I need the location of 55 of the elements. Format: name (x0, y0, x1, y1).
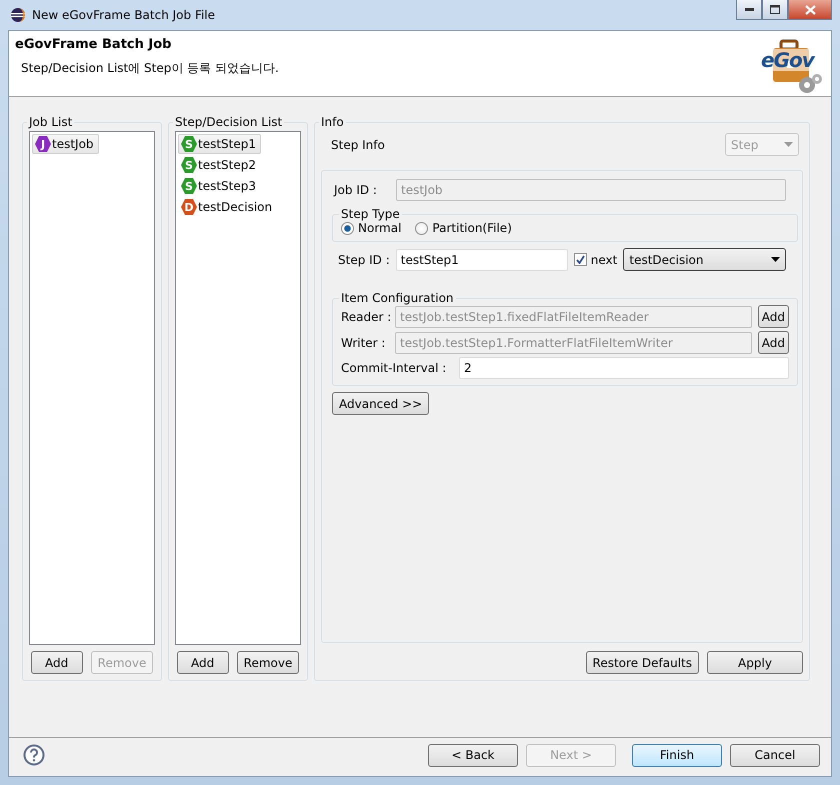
window-title: New eGovFrame Batch Job File (32, 8, 216, 22)
commit-interval-field[interactable]: 2 (459, 357, 789, 379)
list-item[interactable]: J testJob (32, 134, 99, 154)
group-title: Step Type (340, 207, 401, 221)
restore-defaults-button[interactable]: Restore Defaults (586, 651, 699, 674)
close-button[interactable] (788, 0, 832, 20)
remove-button[interactable]: Remove (236, 651, 300, 674)
list-item[interactable]: S testStep2 (178, 155, 262, 175)
list-item[interactable]: S testStep1 (178, 134, 262, 154)
step-id-field[interactable]: testStep1 (396, 248, 568, 270)
add-button[interactable]: Add (30, 651, 83, 674)
field-label: Commit-Interval : (341, 361, 448, 375)
wizard-button[interactable]: < Back (428, 744, 518, 766)
wizard-message: Step/Decision List에 Step이 등록 되었습니다. (21, 60, 279, 77)
minimize-icon (744, 8, 754, 11)
badge-icon: J (35, 136, 51, 152)
add-button[interactable]: Add (758, 331, 789, 354)
field-label: Writer : (341, 336, 386, 350)
group-title: Job List (27, 115, 74, 129)
add-button[interactable]: Add (176, 651, 229, 674)
minimize-button[interactable] (736, 0, 762, 20)
maximize-button[interactable] (762, 0, 788, 20)
badge-icon: S (181, 178, 197, 194)
eclipse-icon (10, 7, 26, 23)
radio-option[interactable]: Normal (341, 221, 402, 235)
close-icon (804, 4, 816, 14)
logo-text: eGov (761, 49, 814, 71)
advanced-button[interactable]: Advanced >> (332, 392, 430, 415)
maximize-icon (770, 5, 780, 14)
section-title: Step Info (331, 138, 385, 152)
group-title: Info (320, 115, 345, 129)
wizard-title: eGovFrame Batch Job (15, 37, 172, 52)
radio-option[interactable]: Partition(File) (415, 221, 512, 235)
next-checkbox[interactable]: next (574, 252, 618, 266)
wizard-button[interactable]: Finish (632, 744, 722, 766)
list-item[interactable]: S testStep3 (178, 176, 262, 196)
apply-button[interactable]: Apply (707, 651, 803, 674)
list-box[interactable]: S testStep1 S testStep2 S testStep3 D testDecision (175, 131, 301, 645)
wizard-button[interactable]: Cancel (730, 744, 820, 766)
field-label: Job ID : (334, 183, 378, 197)
group-title: Step/Decision List (174, 115, 284, 129)
badge-icon: S (181, 136, 197, 152)
checkmark-icon (576, 255, 585, 264)
field-label: Step ID : (338, 252, 390, 266)
list-box[interactable]: J testJob (29, 131, 155, 645)
dropdown-arrow-icon (784, 142, 793, 147)
field-label: Reader : (341, 310, 389, 324)
next-dropdown[interactable]: testDecision (623, 248, 786, 271)
help-icon (23, 744, 45, 766)
list-item[interactable]: D testDecision (178, 197, 278, 217)
group-title: Item Configuration (340, 291, 455, 305)
add-button[interactable]: Add (758, 305, 789, 328)
badge-icon: S (181, 157, 197, 173)
dropdown-arrow-icon (771, 257, 780, 262)
badge-icon: D (181, 199, 197, 215)
